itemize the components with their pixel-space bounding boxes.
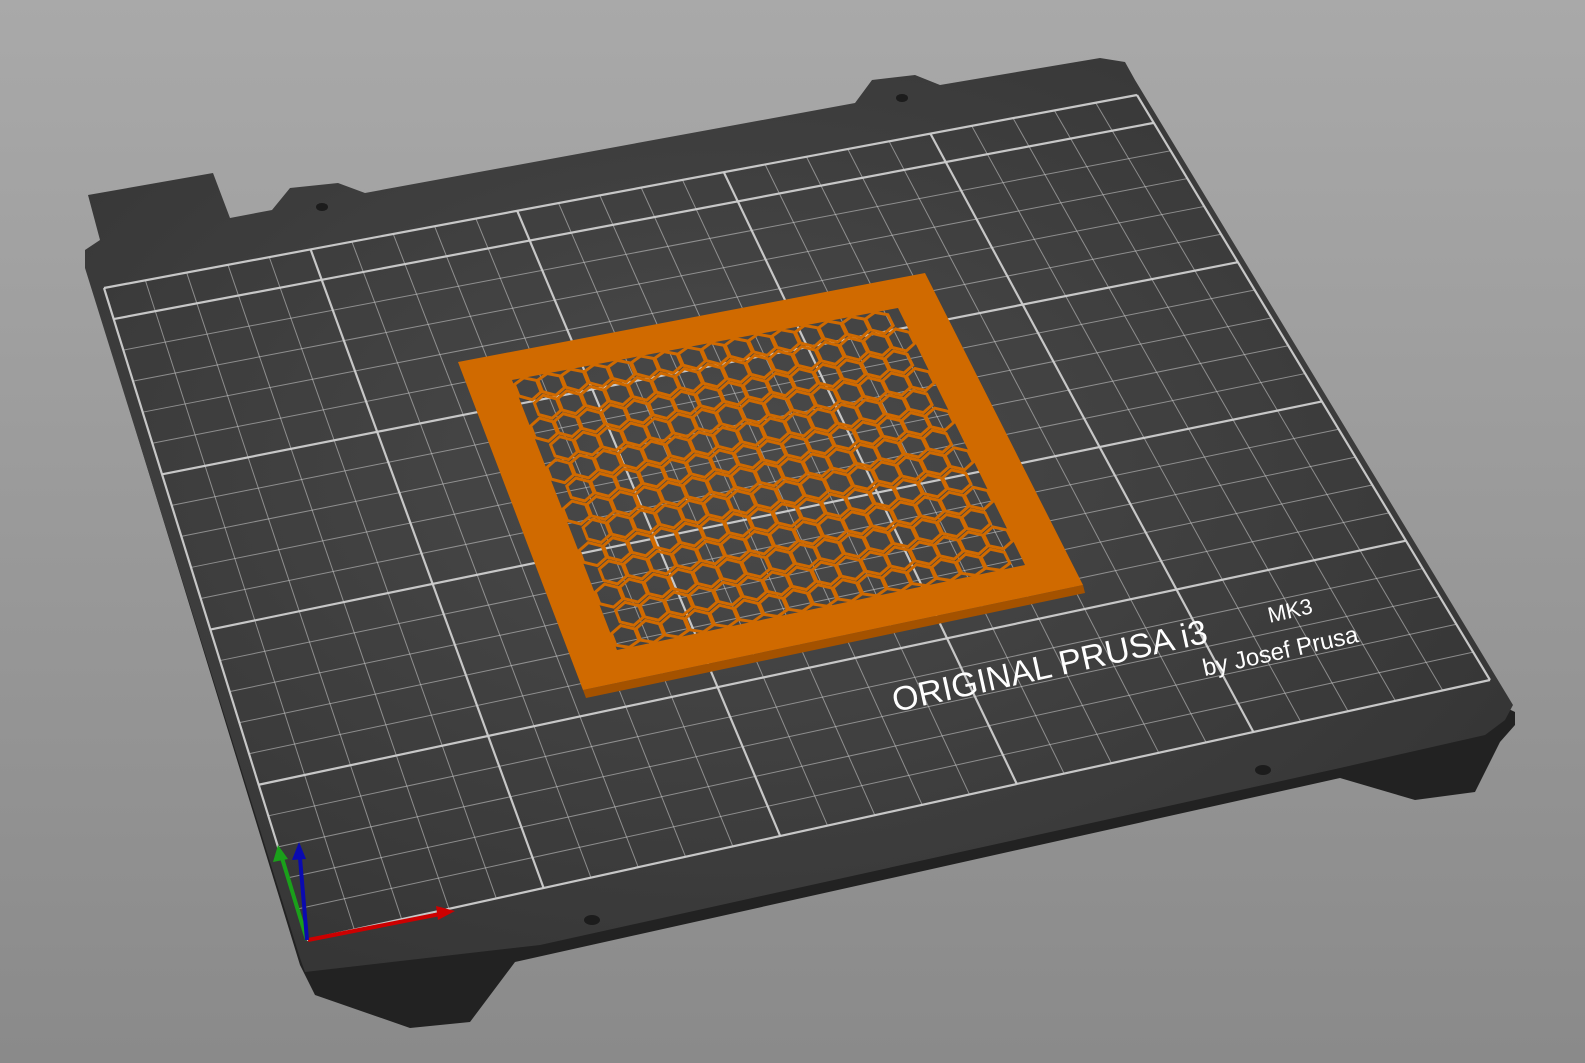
screw-hole [1255, 765, 1271, 775]
screw-hole [584, 915, 600, 925]
screw-hole [316, 203, 328, 211]
3d-viewport[interactable]: ORIGINAL PRUSA i3 MK3 by Josef Prusa [0, 0, 1585, 1063]
screw-hole [896, 94, 908, 102]
